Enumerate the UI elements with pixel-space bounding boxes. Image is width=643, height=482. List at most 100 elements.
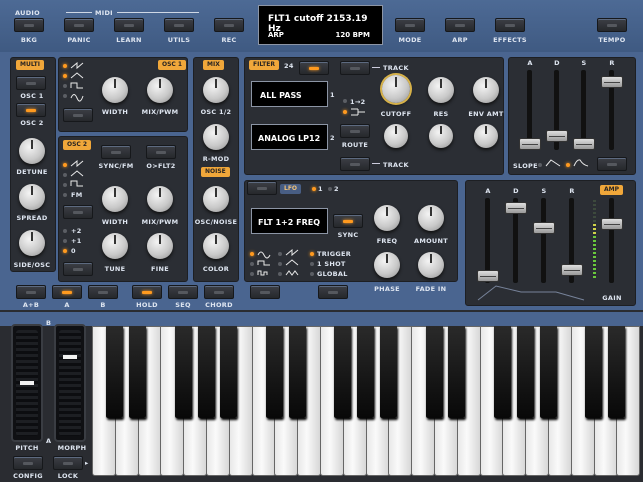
lfo-phase-knob[interactable]	[374, 252, 400, 278]
filter2-type-display[interactable]: ANALOG LP12	[251, 124, 328, 150]
lfo2-led[interactable]	[328, 187, 332, 191]
o-flt2-button[interactable]	[146, 145, 176, 159]
oneshot-led[interactable]	[310, 262, 314, 266]
lfo-wave-random-led[interactable]	[250, 272, 254, 276]
osc2-fm-led[interactable]	[63, 193, 67, 197]
trigger-led[interactable]	[310, 252, 314, 256]
black-key[interactable]	[448, 326, 466, 418]
effects-button[interactable]	[495, 18, 525, 32]
osc2-mixpwm-knob[interactable]	[147, 186, 173, 212]
layer-a-button[interactable]	[52, 285, 82, 299]
amp-a-fader[interactable]	[477, 270, 499, 282]
lfo-fadein-knob[interactable]	[418, 252, 444, 278]
oct-plus2-led[interactable]	[63, 229, 67, 233]
fenv-r-fader[interactable]	[601, 76, 623, 88]
global-led[interactable]	[310, 272, 314, 276]
black-key[interactable]	[379, 326, 397, 418]
lfo-trigger-button[interactable]	[318, 285, 348, 299]
layer-b-button[interactable]	[88, 285, 118, 299]
res-knob[interactable]	[428, 77, 454, 103]
cutoff2-knob[interactable]	[384, 124, 408, 148]
black-key[interactable]	[265, 326, 283, 418]
osc2-mode-button[interactable]	[63, 205, 93, 219]
black-key[interactable]	[106, 326, 124, 418]
fenv-s-fader[interactable]	[573, 138, 595, 150]
ab-button[interactable]	[16, 285, 46, 299]
black-key[interactable]	[174, 326, 192, 418]
filter-track2-button[interactable]	[340, 157, 370, 171]
wave-saw-led[interactable]	[63, 64, 67, 68]
amp-d-fader[interactable]	[505, 202, 527, 214]
black-key[interactable]	[607, 326, 625, 418]
slope-linear-led[interactable]	[538, 163, 542, 167]
black-key[interactable]	[129, 326, 147, 418]
arp-button[interactable]	[445, 18, 475, 32]
lfo-wave-square-led[interactable]	[250, 262, 254, 266]
lfo-wave-button[interactable]	[250, 285, 280, 299]
panic-button[interactable]	[64, 18, 94, 32]
chord-button[interactable]	[204, 285, 234, 299]
env-amt2-knob[interactable]	[474, 124, 498, 148]
seq-button[interactable]	[168, 285, 198, 299]
amp-r-fader[interactable]	[561, 264, 583, 276]
black-key[interactable]	[539, 326, 557, 418]
lfo-sync-button[interactable]	[333, 214, 363, 228]
black-key[interactable]	[334, 326, 352, 418]
oct-zero-led[interactable]	[63, 249, 67, 253]
lfo-freq-knob[interactable]	[374, 205, 400, 231]
route-button[interactable]	[340, 124, 370, 138]
black-key[interactable]	[425, 326, 443, 418]
rec-button[interactable]	[214, 18, 244, 32]
lfo-power-button[interactable]	[247, 181, 277, 195]
detune-knob[interactable]	[19, 138, 45, 164]
tune-knob[interactable]	[102, 233, 128, 259]
res2-knob[interactable]	[429, 124, 453, 148]
utils-button[interactable]	[164, 18, 194, 32]
lock-button[interactable]	[53, 456, 83, 470]
wave-sine-led[interactable]	[63, 94, 67, 98]
slope-exp-led[interactable]	[566, 163, 570, 167]
black-key[interactable]	[493, 326, 511, 418]
osc-noise-knob[interactable]	[203, 186, 229, 212]
black-key[interactable]	[220, 326, 238, 418]
lfo-wave-saw-led[interactable]	[278, 252, 282, 256]
osc1-width-knob[interactable]	[102, 77, 128, 103]
fenv-d-fader[interactable]	[546, 130, 568, 142]
osc2-wave-tri-led[interactable]	[63, 173, 67, 177]
fine-knob[interactable]	[147, 233, 173, 259]
gain-fader[interactable]	[601, 218, 623, 230]
mode-button[interactable]	[395, 18, 425, 32]
osc2-select-button[interactable]	[16, 103, 46, 117]
osc2-wave-square-led[interactable]	[63, 183, 67, 187]
lfo-wave-tri-led[interactable]	[278, 262, 282, 266]
oct-plus1-led[interactable]	[63, 239, 67, 243]
osc2-wave-saw-led[interactable]	[63, 163, 67, 167]
lfo-wave-sh-led[interactable]	[278, 272, 282, 276]
env-amt-knob[interactable]	[473, 77, 499, 103]
fenv-mode-button[interactable]	[597, 157, 627, 171]
rmod-knob[interactable]	[203, 124, 229, 150]
spread-knob[interactable]	[19, 184, 45, 210]
morph-wheel[interactable]	[54, 324, 86, 442]
wave-square-led[interactable]	[63, 84, 67, 88]
sync-fm-button[interactable]	[101, 145, 131, 159]
fenv-a-fader[interactable]	[519, 138, 541, 150]
bkg-button[interactable]	[14, 18, 44, 32]
filter-track-button[interactable]	[340, 61, 370, 75]
osc1-select-button[interactable]	[16, 76, 46, 90]
lfo1-led[interactable]	[312, 187, 316, 191]
osc1-mode-button[interactable]	[63, 108, 93, 122]
osc2-width-knob[interactable]	[102, 186, 128, 212]
wave-tri-led[interactable]	[63, 74, 67, 78]
black-key[interactable]	[357, 326, 375, 418]
black-key[interactable]	[197, 326, 215, 418]
filter1-type-display[interactable]: ALL PASS	[251, 81, 328, 107]
filter-range-button[interactable]	[299, 61, 329, 75]
lfo-dest-display[interactable]: FLT 1+2 FREQ	[251, 208, 328, 234]
hold-button[interactable]	[132, 285, 162, 299]
cutoff-knob[interactable]	[382, 75, 410, 103]
osc1-mixpwm-knob[interactable]	[147, 77, 173, 103]
route-serial-led[interactable]	[343, 99, 347, 103]
black-key[interactable]	[516, 326, 534, 418]
color-knob[interactable]	[203, 233, 229, 259]
